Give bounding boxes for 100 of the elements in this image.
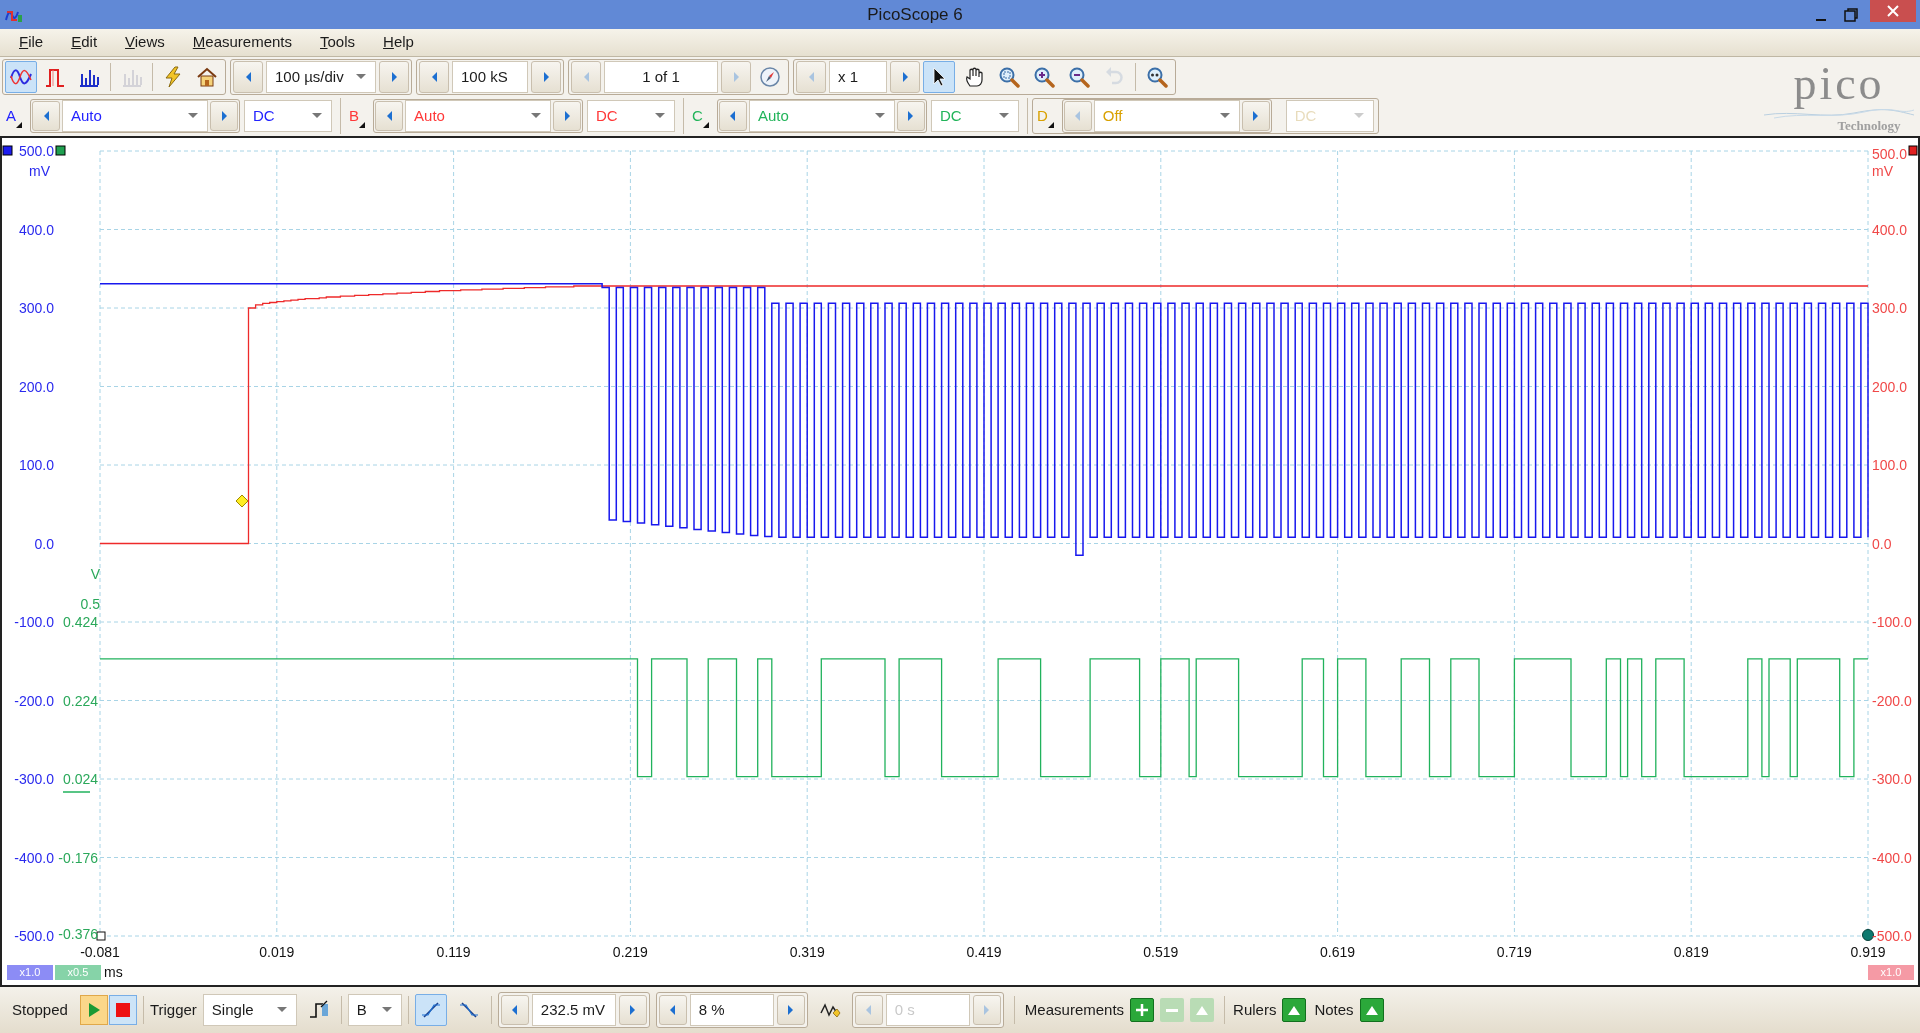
- axis-label: 0.419: [965, 944, 1003, 960]
- previous-button[interactable]: [500, 995, 529, 1025]
- close-icon: [1887, 5, 1899, 17]
- next-button[interactable]: [210, 101, 238, 132]
- up-triangle-icon: [1365, 1005, 1378, 1015]
- caret-icon: [1218, 112, 1231, 121]
- corner-triangle-icon: [16, 122, 22, 129]
- ruler-handle[interactable]: [1862, 929, 1874, 941]
- up-triangle-icon: [1288, 1005, 1301, 1015]
- caret-icon: [654, 112, 667, 121]
- axis-label: 0.819: [1672, 944, 1710, 960]
- next-button[interactable]: [1241, 101, 1270, 132]
- stop-button[interactable]: [108, 995, 137, 1025]
- rising-edge-button[interactable]: [414, 994, 447, 1026]
- plus-icon: [1136, 1004, 1149, 1016]
- next-button[interactable]: [553, 101, 582, 132]
- menu-item[interactable]: Measurements: [185, 31, 299, 54]
- caret-icon: [380, 1006, 393, 1014]
- pointer-tool-button[interactable]: [923, 61, 955, 93]
- previous-button[interactable]: [32, 101, 60, 132]
- menu-item[interactable]: Help: [376, 31, 421, 54]
- axis-label: 0.224: [61, 692, 98, 709]
- previous-button[interactable]: [419, 61, 449, 93]
- menu-item[interactable]: Tools: [313, 31, 363, 54]
- pre-trigger-field[interactable]: 8 %: [689, 994, 774, 1026]
- logo-text: pico: [1793, 59, 1885, 109]
- trigger-channel-dropdown[interactable]: B: [347, 994, 402, 1026]
- previous-button[interactable]: [658, 995, 687, 1025]
- minimize-icon: [1816, 18, 1826, 21]
- trigger-mode-dropdown[interactable]: Single: [202, 994, 297, 1026]
- next-button[interactable]: [890, 61, 920, 93]
- menu-item[interactable]: Views: [118, 31, 172, 54]
- channel-c-axis-handle[interactable]: [55, 145, 66, 156]
- house-icon: [196, 66, 218, 88]
- start-button[interactable]: [79, 995, 108, 1025]
- notes-toggle-button[interactable]: [1359, 998, 1384, 1022]
- axis-label: -400.0: [13, 849, 54, 866]
- lightning-icon: [162, 66, 184, 88]
- offset-marker: [62, 791, 91, 793]
- menu-item[interactable]: File: [12, 31, 51, 54]
- corner-triangle-icon: [1047, 122, 1054, 129]
- channel-b-axis-handle[interactable]: [1908, 145, 1918, 156]
- range-dropdown[interactable]: Auto: [62, 100, 208, 133]
- previous-button[interactable]: [718, 101, 747, 132]
- zoom-factor-field[interactable]: x 1: [829, 61, 887, 93]
- axis-label: 0.0: [33, 535, 54, 552]
- right-triangle-icon: [982, 1003, 992, 1017]
- timebase-dropdown[interactable]: 100 µs/div: [266, 61, 376, 93]
- previous-button[interactable]: [375, 101, 404, 132]
- right-triangle-icon: [219, 109, 229, 124]
- next-button[interactable]: [776, 995, 805, 1025]
- scale-badge: x1.0: [7, 965, 53, 980]
- right-triangle-icon: [786, 1003, 796, 1017]
- axis-label: 0.619: [1319, 944, 1357, 960]
- next-button[interactable]: [531, 61, 561, 93]
- play-icon: [86, 1002, 101, 1018]
- previous-button[interactable]: [233, 61, 263, 93]
- buffer-field[interactable]: 1 of 1: [604, 61, 718, 93]
- axis-label: 100.0: [17, 457, 54, 473]
- scale-badge: x0.5: [55, 965, 101, 980]
- right-triangle-icon: [906, 109, 916, 124]
- corner-triangle-icon: [702, 122, 709, 129]
- axis-label: -100.0: [13, 614, 54, 630]
- hand-icon: [963, 66, 985, 88]
- axis-label: 400.0: [1872, 221, 1909, 238]
- next-button[interactable]: [896, 101, 925, 132]
- coupling-dropdown[interactable]: DC: [587, 100, 676, 133]
- minus-icon: [1166, 1008, 1179, 1012]
- next-button[interactable]: [618, 995, 647, 1025]
- trigger-label: Trigger: [149, 999, 197, 1020]
- channel-options-button[interactable]: A: [2, 101, 26, 132]
- add-measurement-button[interactable]: [1130, 998, 1155, 1022]
- restore-icon: [1844, 7, 1858, 22]
- axis-label: -400.0: [1872, 849, 1913, 866]
- range-dropdown[interactable]: Auto: [405, 100, 552, 133]
- compass-icon: [759, 66, 781, 88]
- axis-label: -500.0: [1872, 928, 1913, 944]
- ruler-handle[interactable]: [96, 931, 106, 941]
- axis-label: -0.176: [57, 849, 98, 866]
- samples-field[interactable]: 100 kS: [452, 61, 528, 93]
- right-triangle-icon: [389, 70, 399, 84]
- notes-label: Notes: [1314, 999, 1354, 1020]
- axis-label: 100.0: [1872, 457, 1909, 473]
- left-triangle-icon: [864, 1003, 874, 1017]
- trigger-marker[interactable]: [235, 494, 249, 508]
- caret-icon: [530, 112, 543, 121]
- right-triangle-icon: [628, 1003, 638, 1017]
- menu-item[interactable]: Edit: [64, 31, 105, 54]
- left-triangle-icon: [510, 1003, 520, 1017]
- axis-unit-label: V: [89, 566, 100, 582]
- axis-label: -200.0: [13, 692, 54, 709]
- axis-label: -100.0: [1872, 614, 1913, 630]
- next-button[interactable]: [379, 61, 409, 93]
- trigger-level-field[interactable]: 232.5 mV: [531, 994, 616, 1026]
- close-button[interactable]: [1870, 0, 1916, 22]
- axis-label: 0.424: [61, 614, 98, 630]
- scope-mode-button[interactable]: [5, 61, 37, 93]
- rulers-toggle-button[interactable]: [1282, 998, 1307, 1022]
- channel-a-axis-handle[interactable]: [2, 145, 13, 156]
- coupling-dropdown[interactable]: DC: [244, 100, 332, 133]
